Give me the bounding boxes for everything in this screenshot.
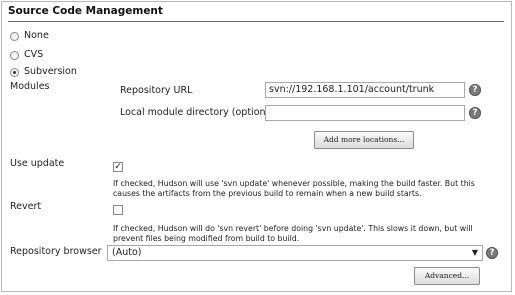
help-icon[interactable]: ? [469,84,481,96]
repository-url-input[interactable]: svn://192.168.1.101/account/trunk [265,82,465,98]
repository-browser-select[interactable]: (Auto) ▼ [107,245,483,261]
help-icon[interactable]: ? [486,247,498,259]
radio-cvs[interactable] [10,51,19,60]
add-locations-button[interactable]: Add more locations... [314,131,414,149]
revert-label: Revert [10,201,42,212]
local-dir-label: Local module directory (optional) [120,107,278,118]
radio-subversion-label: Subversion [24,66,77,77]
advanced-button[interactable]: Advanced... [414,267,480,285]
help-icon[interactable]: ? [469,107,481,119]
radio-cvs-label: CVS [24,49,44,60]
dropdown-caret-icon: ▼ [471,248,478,257]
repository-browser-label: Repository browser [10,246,102,257]
repository-url-label: Repository URL [120,85,193,96]
radio-subversion[interactable] [10,68,19,77]
local-dir-input[interactable] [265,105,465,121]
use-update-description-1: If checked, Hudson will use 'svn update'… [113,179,475,188]
revert-description-2: prevent files being modified from build … [113,234,300,243]
revert-description-1: If checked, Hudson will do 'svn revert' … [113,224,473,233]
radio-none-label: None [24,30,49,41]
radio-none[interactable] [10,32,19,41]
repository-browser-value: (Auto) [112,247,142,258]
use-update-label: Use update [10,158,65,169]
modules-label: Modules [10,81,50,92]
use-update-description-2: causes the artifacts from the previous b… [113,189,422,198]
use-update-checkbox[interactable]: ✓ [113,162,123,172]
revert-checkbox[interactable] [113,205,123,215]
section-title: Source Code Management [8,5,163,17]
section-divider [8,21,504,22]
